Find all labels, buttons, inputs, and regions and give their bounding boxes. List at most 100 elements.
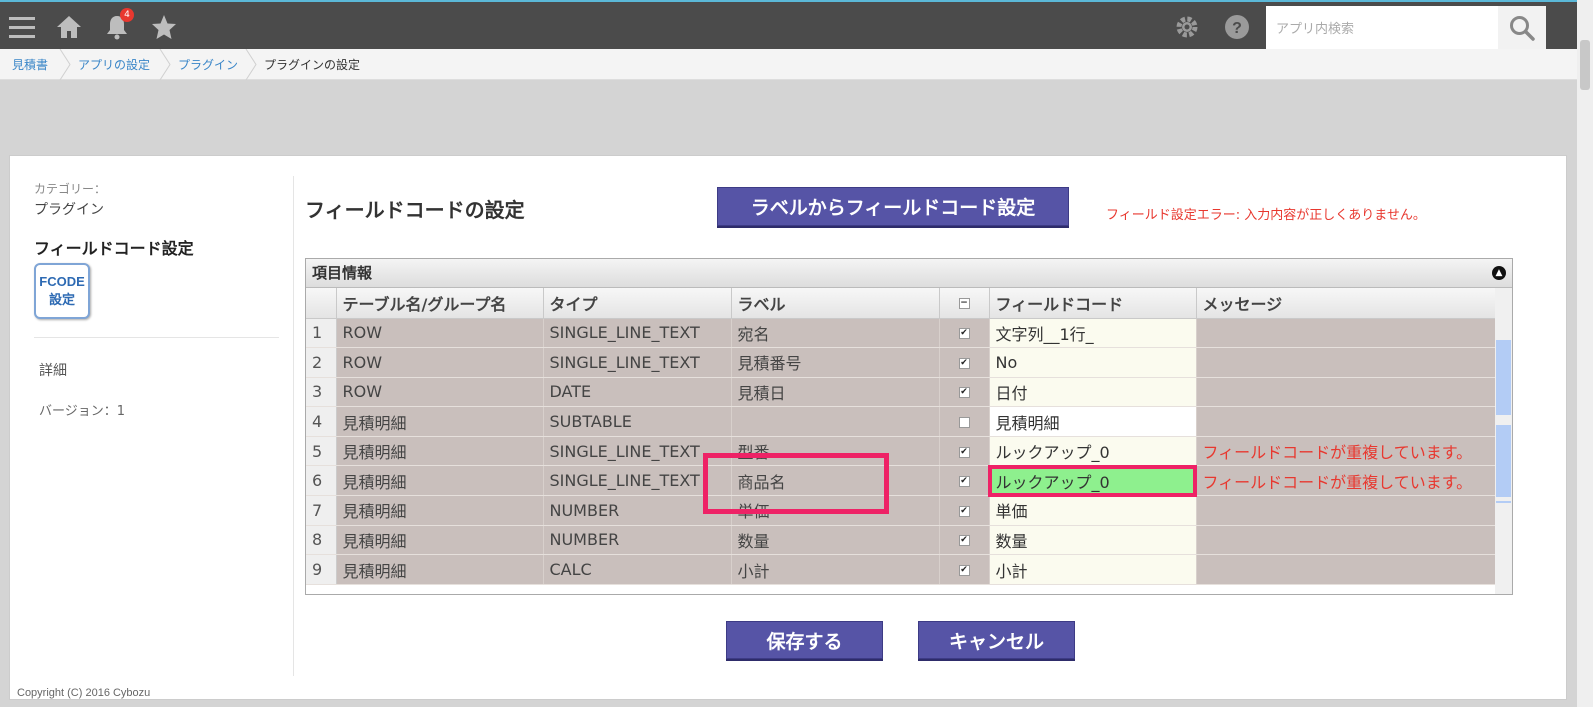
collapse-toggle-icon[interactable]: ▲ xyxy=(1492,266,1506,280)
cell-message xyxy=(1196,347,1498,378)
row-checkbox[interactable]: ✔ xyxy=(958,328,970,340)
cell-table-name: 見積明細 xyxy=(336,525,544,556)
table-row: 8 見積明細 NUMBER 数量 ✔ 数量 xyxy=(306,525,1498,556)
row-checkbox[interactable]: ✔ xyxy=(958,565,970,577)
cell-check[interactable]: ✔ xyxy=(939,554,990,585)
svg-text:?: ? xyxy=(1232,20,1242,37)
row-checkbox[interactable]: ✔ xyxy=(958,387,970,399)
cell-label: 見積日 xyxy=(731,377,940,408)
cell-message xyxy=(1196,318,1498,349)
row-checkbox[interactable]: ✔ xyxy=(958,505,970,517)
plugin-sidebar: カテゴリー： プラグイン フィールドコード設定 FCODE 設定 詳細 バージョ… xyxy=(34,176,294,676)
home-icon[interactable] xyxy=(54,12,84,42)
col-header-table[interactable]: テーブル名/グループ名 xyxy=(336,288,544,319)
breadcrumb: 見積書 アプリの設定 プラグイン プラグインの設定 xyxy=(0,49,1577,80)
table-row: 1 ROW SINGLE_LINE_TEXT 宛名 ✔ 文字列__1行_ xyxy=(306,318,1498,349)
search-button[interactable] xyxy=(1498,6,1546,50)
cell-message xyxy=(1196,406,1498,437)
field-table: テーブル名/グループ名 タイプ ラベル − フィールドコード メッセージ 1 RO… xyxy=(306,288,1498,585)
row-checkbox[interactable]: ✔ xyxy=(958,357,970,369)
cell-check[interactable]: ✔ xyxy=(939,495,990,526)
col-header-check[interactable]: − xyxy=(939,288,990,319)
cell-message: フィールドコードが重複しています。 xyxy=(1196,436,1498,467)
cell-table-name: 見積明細 xyxy=(336,495,544,526)
grid-scrollbar[interactable] xyxy=(1495,288,1512,594)
cell-field-code[interactable]: 文字列__1行_ xyxy=(989,318,1197,349)
row-number: 8 xyxy=(306,525,337,556)
col-header-type[interactable]: タイプ xyxy=(543,288,732,319)
plugin-logo: FCODE 設定 xyxy=(34,263,90,319)
select-all-checkbox[interactable]: − xyxy=(958,298,970,310)
cell-field-code[interactable]: No xyxy=(989,347,1197,378)
cell-field-code[interactable]: 日付 xyxy=(989,377,1197,408)
cell-type: NUMBER xyxy=(543,525,732,556)
cancel-button[interactable]: キャンセル xyxy=(918,621,1075,659)
col-header-message[interactable]: メッセージ xyxy=(1196,288,1498,319)
cell-field-code[interactable]: ルックアップ_0 xyxy=(988,464,1197,497)
cell-table-name: 見積明細 xyxy=(336,436,544,467)
set-from-label-button[interactable]: ラベルからフィールドコード設定 xyxy=(717,187,1069,226)
breadcrumb-link[interactable]: プラグイン xyxy=(178,56,238,73)
breadcrumb-item-current: プラグインの設定 xyxy=(264,57,361,72)
table-row: 6 見積明細 SINGLE_LINE_TEXT 商品名 ✔ ルックアップ_0 フィールドコー… xyxy=(306,464,1498,497)
grid-caption: 項目情報 ▲ xyxy=(306,259,1512,288)
cell-label: 宛名 xyxy=(731,318,940,349)
cell-message xyxy=(1196,495,1498,526)
breadcrumb-item-app[interactable]: 見積書 xyxy=(0,49,71,80)
table-row: 2 ROW SINGLE_LINE_TEXT 見積番号 ✔ No xyxy=(306,347,1498,378)
row-number: 2 xyxy=(306,347,337,378)
cell-type: SUBTABLE xyxy=(543,406,732,437)
cell-message xyxy=(1196,525,1498,556)
cell-field-code[interactable]: 見積明細 xyxy=(989,406,1197,437)
breadcrumb-item-plugins[interactable]: プラグイン xyxy=(166,49,257,80)
error-message: フィールド設定エラー: 入力内容が正しくありません。 xyxy=(1106,208,1426,223)
table-row: 7 見積明細 NUMBER 単価 ✔ 単価 xyxy=(306,495,1498,526)
cell-check[interactable]: ✔ xyxy=(939,347,990,378)
row-number: 9 xyxy=(306,554,337,585)
cell-check[interactable]: ✔ xyxy=(939,525,990,556)
gear-icon[interactable] xyxy=(1172,12,1202,42)
page-scrollbar[interactable] xyxy=(1577,0,1593,707)
table-row: 3 ROW DATE 見積日 ✔ 日付 xyxy=(306,377,1498,408)
detail-link[interactable]: 詳細 xyxy=(39,360,293,380)
star-icon[interactable] xyxy=(149,12,179,42)
cell-field-code[interactable]: 小計 xyxy=(989,554,1197,585)
row-checkbox[interactable]: ✔ xyxy=(958,476,970,488)
cell-field-code[interactable]: ルックアップ_0 xyxy=(989,436,1197,467)
cell-check[interactable] xyxy=(939,406,990,437)
cell-field-code[interactable]: 単価 xyxy=(989,495,1197,526)
breadcrumb-link[interactable]: 見積書 xyxy=(12,56,48,73)
help-icon[interactable]: ? xyxy=(1222,12,1252,42)
col-header-rownum xyxy=(306,288,337,319)
cell-check[interactable]: ✔ xyxy=(939,377,990,408)
top-header: 4 ? xyxy=(0,0,1593,50)
cell-label: 小計 xyxy=(731,554,940,585)
cell-message xyxy=(1196,377,1498,408)
save-button[interactable]: 保存する xyxy=(726,621,883,659)
cell-check[interactable]: ✔ xyxy=(939,318,990,349)
row-number: 5 xyxy=(306,436,337,467)
breadcrumb-link[interactable]: アプリの設定 xyxy=(78,56,150,73)
cell-field-code[interactable]: 数量 xyxy=(989,525,1197,556)
row-checkbox[interactable]: ✔ xyxy=(958,535,970,547)
row-number: 7 xyxy=(306,495,337,526)
plugin-version: バージョン：1 xyxy=(39,404,126,419)
search-input[interactable] xyxy=(1266,6,1498,50)
bell-icon[interactable]: 4 xyxy=(102,8,134,42)
row-number: 4 xyxy=(306,406,337,437)
page-title: フィールドコードの設定 xyxy=(305,198,525,222)
cell-table-name: 見積明細 xyxy=(336,406,544,437)
sidebar-divider xyxy=(34,337,279,338)
col-header-fieldcode[interactable]: フィールドコード xyxy=(989,288,1197,319)
menu-icon[interactable] xyxy=(7,12,37,42)
cell-message xyxy=(1196,554,1498,585)
cell-check[interactable]: ✔ xyxy=(939,465,990,497)
category-label: カテゴリー： xyxy=(34,182,107,196)
row-checkbox[interactable] xyxy=(958,417,970,429)
row-checkbox[interactable]: ✔ xyxy=(958,446,970,458)
col-header-label[interactable]: ラベル xyxy=(731,288,940,319)
cell-check[interactable]: ✔ xyxy=(939,436,990,467)
cell-label xyxy=(731,406,940,437)
cell-type: CALC xyxy=(543,554,732,585)
breadcrumb-item-app-settings[interactable]: アプリの設定 xyxy=(66,49,171,80)
